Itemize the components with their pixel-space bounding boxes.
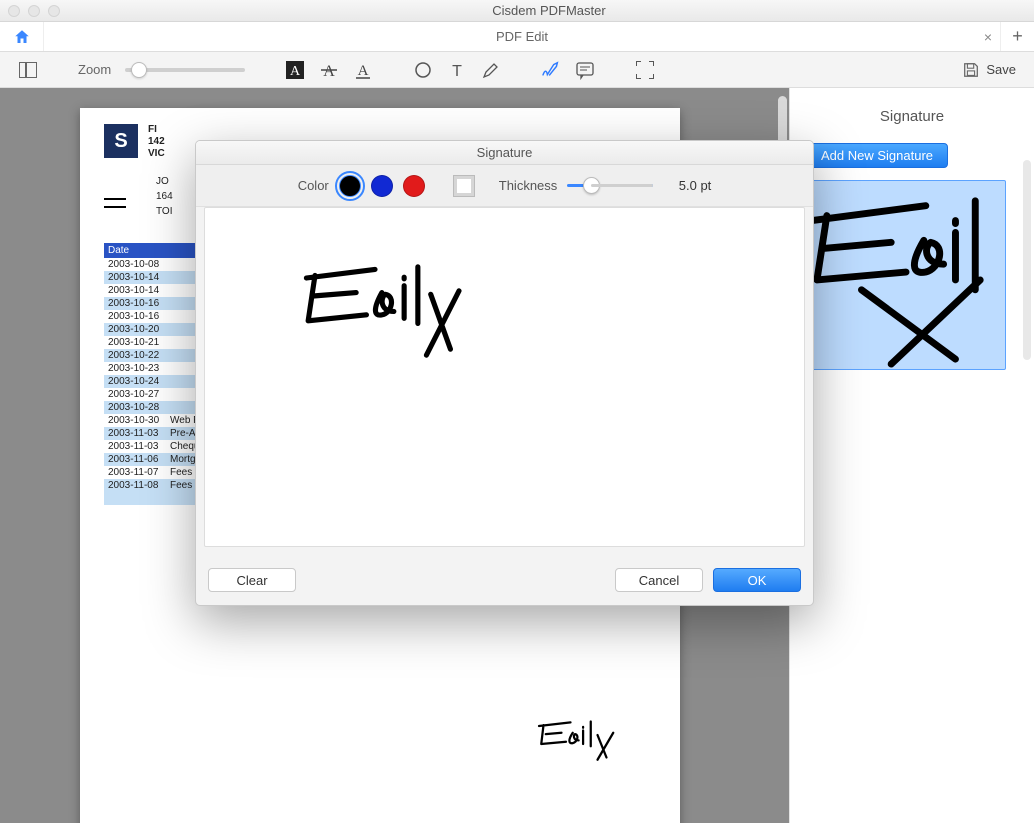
background-swatch[interactable]: [453, 175, 475, 197]
ok-button[interactable]: OK: [713, 568, 801, 592]
thickness-value: 5.0 pt: [663, 178, 711, 193]
signature-canvas[interactable]: [204, 207, 805, 547]
modal-button-row: Clear Cancel OK: [196, 555, 813, 605]
thickness-label: Thickness: [499, 178, 558, 193]
clear-button[interactable]: Clear: [208, 568, 296, 592]
drawn-signature: [285, 248, 465, 368]
color-swatch-red[interactable]: [403, 175, 425, 197]
modal-options: Color Thickness 5.0 pt: [196, 165, 813, 207]
modal-title: Signature: [196, 141, 813, 165]
color-swatch-black[interactable]: [339, 175, 361, 197]
color-swatch-blue[interactable]: [371, 175, 393, 197]
color-label: Color: [298, 178, 329, 193]
signature-modal: Signature Color Thickness 5.0 pt Clear C…: [195, 140, 814, 606]
thickness-slider[interactable]: [567, 184, 653, 187]
cancel-button[interactable]: Cancel: [615, 568, 703, 592]
thickness-knob[interactable]: [583, 177, 600, 194]
